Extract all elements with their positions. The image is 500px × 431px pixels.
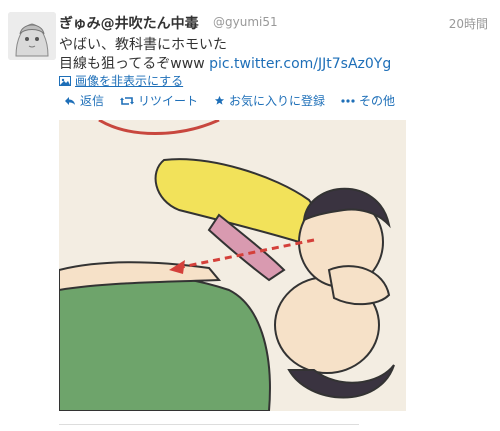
avatar[interactable] <box>8 12 56 60</box>
hide-media-link[interactable]: 画像を非表示にする <box>59 72 183 89</box>
retweet-icon <box>120 96 135 105</box>
more-button[interactable]: その他 <box>341 92 395 109</box>
favorite-label: お気に入りに登録 <box>229 94 326 108</box>
more-label: その他 <box>359 94 396 108</box>
avatar-illustration <box>8 12 56 60</box>
tweet-text-line-1: やばい、教科書にホモいた <box>59 37 227 53</box>
retweet-label: リツイート <box>138 94 199 108</box>
image-icon <box>59 75 71 86</box>
tweet-photo[interactable] <box>59 120 406 411</box>
reply-label: 返信 <box>80 94 105 108</box>
tweet-media-link[interactable]: pic.twitter.com/JJt7sAz0Yg <box>209 56 391 72</box>
hide-media-label: 画像を非表示にする <box>75 74 184 88</box>
tweet-text-line-2-prefix: 目線も狙ってるぞwww <box>59 56 210 72</box>
favorite-button[interactable]: お気に入りに登録 <box>214 92 325 109</box>
star-icon <box>214 95 225 105</box>
retweet-button[interactable]: リツイート <box>120 92 198 109</box>
more-icon <box>341 98 355 103</box>
reply-button[interactable]: 返信 <box>64 92 104 109</box>
textbook-illustration <box>59 120 406 411</box>
timestamp[interactable]: 20時間 <box>449 15 488 32</box>
tweet-text: やばい、教科書にホモいた 目線も狙ってるぞwww pic.twitter.com… <box>59 36 489 74</box>
tweet: ぎゅみ@井吹たん中毒 @gyumi51 20時間 やばい、教科書にホモいた 目線… <box>0 0 500 430</box>
display-name[interactable]: ぎゅみ@井吹たん中毒 <box>59 13 199 33</box>
reply-icon <box>65 96 75 105</box>
username[interactable]: @gyumi51 <box>213 15 278 29</box>
tweet-actions: 返信 リツイート お気に入りに登録 その他 <box>64 92 395 109</box>
